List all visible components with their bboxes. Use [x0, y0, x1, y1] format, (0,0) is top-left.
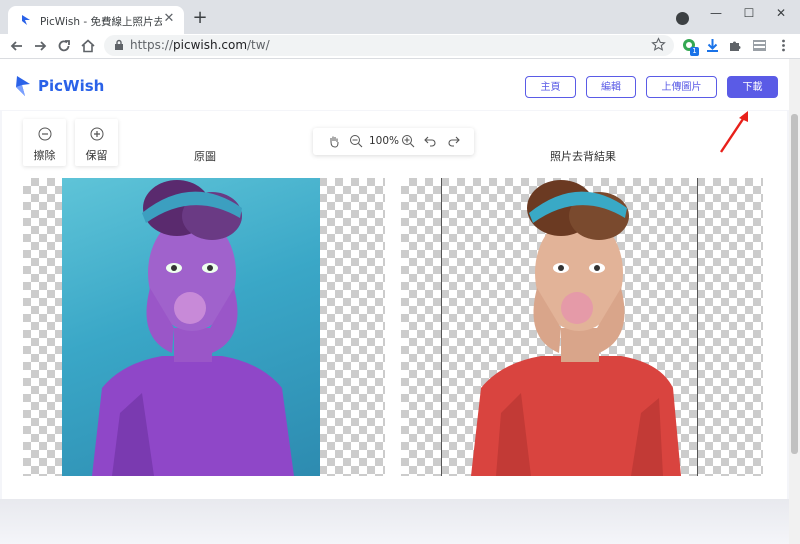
- extension-badge: 1: [690, 47, 699, 56]
- home-icon[interactable]: [79, 37, 97, 55]
- hand-pan-icon[interactable]: [327, 134, 341, 148]
- original-photo: [62, 178, 320, 476]
- page-scrollbar[interactable]: [789, 59, 800, 544]
- browser-tab-strip: PicWish - 免費線上照片去背 | 線 ✕ + — ☐ ✕: [0, 0, 800, 34]
- annotation-arrow-icon: [720, 111, 748, 153]
- original-image-panel: [23, 178, 385, 476]
- site-header: PicWish 主頁 編輯 上傳圖片 下載: [0, 59, 789, 110]
- url-text: https://picwish.com/tw/: [130, 38, 270, 52]
- tab-title: PicWish - 免費線上照片去背 | 線: [40, 16, 162, 28]
- compare-line-right: [697, 178, 698, 476]
- scrollbar-thumb[interactable]: [791, 114, 798, 454]
- maximize-icon[interactable]: ☐: [736, 4, 762, 22]
- picwish-logo-icon[interactable]: [14, 75, 32, 97]
- keep-label: 保留: [85, 149, 108, 162]
- download-icon[interactable]: [704, 37, 721, 54]
- chrome-menu-icon[interactable]: [775, 37, 792, 54]
- forward-icon[interactable]: [31, 37, 49, 55]
- zoom-out-icon[interactable]: [349, 134, 363, 148]
- page-footer-shadow: [0, 499, 789, 544]
- zoom-in-icon[interactable]: [401, 134, 415, 148]
- zoom-toolbar: 100%: [313, 128, 474, 155]
- picwish-favicon-icon: [22, 15, 30, 25]
- download-button[interactable]: 下載: [727, 76, 778, 98]
- redo-icon[interactable]: [447, 134, 461, 148]
- extensions-puzzle-icon[interactable]: [727, 37, 744, 54]
- result-photo: [401, 178, 763, 476]
- original-label: 原圖: [194, 150, 216, 163]
- minus-circle-icon: [38, 127, 52, 141]
- brand-name[interactable]: PicWish: [38, 77, 104, 95]
- compare-line-left: [441, 178, 442, 476]
- result-image-panel: [401, 178, 763, 476]
- close-window-icon[interactable]: ✕: [768, 4, 794, 22]
- reload-icon[interactable]: [55, 37, 73, 55]
- web-page: PicWish 主頁 編輯 上傳圖片 下載 擦除 保留 100% 原圖 照片去背…: [0, 59, 789, 544]
- browser-tab[interactable]: PicWish - 免費線上照片去背 | 線 ✕: [8, 6, 184, 34]
- erase-button[interactable]: 擦除: [23, 119, 66, 166]
- keep-button[interactable]: 保留: [75, 119, 118, 166]
- plus-circle-icon: [90, 127, 104, 141]
- woman-photo-original: [92, 180, 294, 476]
- zoom-level: 100%: [369, 135, 400, 147]
- minimize-icon[interactable]: —: [703, 4, 729, 22]
- lock-icon: [115, 39, 123, 50]
- erase-label: 擦除: [33, 149, 56, 162]
- undo-icon[interactable]: [423, 134, 437, 148]
- upload-image-button[interactable]: 上傳圖片: [646, 76, 717, 98]
- woman-photo-cutout: [471, 180, 681, 476]
- browser-toolbar: https://picwish.com/tw/: [0, 34, 800, 59]
- profile-avatar-icon[interactable]: [751, 37, 768, 54]
- profile-menu-icon[interactable]: [676, 12, 689, 25]
- result-label: 照片去背結果: [550, 150, 616, 163]
- home-button[interactable]: 主頁: [525, 76, 576, 98]
- edit-button[interactable]: 編輯: [586, 76, 636, 98]
- bookmark-star-icon[interactable]: [651, 37, 666, 52]
- tab-close-icon[interactable]: ✕: [162, 12, 176, 26]
- address-bar[interactable]: https://picwish.com/tw/: [104, 35, 674, 56]
- new-tab-icon[interactable]: +: [191, 9, 209, 27]
- back-icon[interactable]: [8, 37, 26, 55]
- editor-card: 擦除 保留 100% 原圖 照片去背結果: [2, 111, 787, 499]
